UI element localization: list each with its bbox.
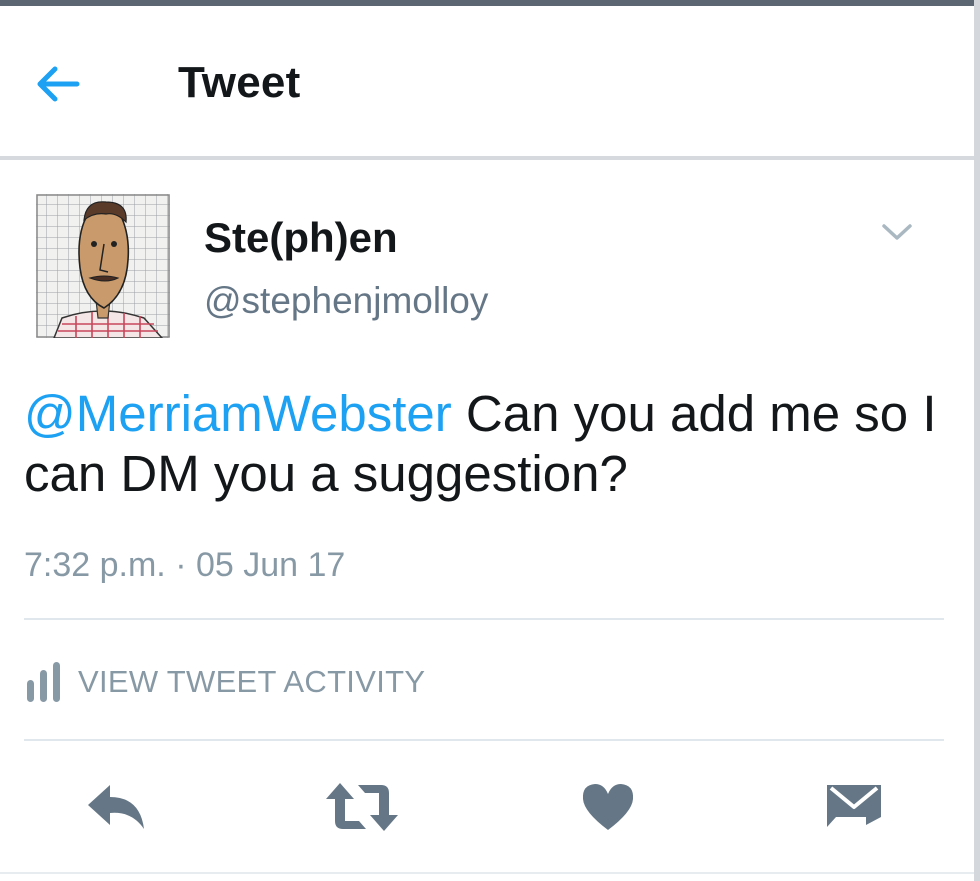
retweet-icon — [326, 783, 398, 831]
back-button[interactable] — [28, 56, 88, 112]
direct-message-button[interactable] — [814, 772, 894, 842]
retweet-button[interactable] — [322, 772, 402, 842]
divider — [24, 618, 944, 620]
view-tweet-activity-link[interactable]: VIEW TWEET ACTIVITY — [24, 652, 425, 712]
bar-chart-icon — [27, 662, 60, 702]
avatar[interactable] — [36, 194, 170, 338]
heart-icon — [582, 784, 634, 830]
tweet-menu-button[interactable] — [872, 212, 922, 252]
like-button[interactable] — [568, 772, 648, 842]
window-right-border — [974, 0, 980, 881]
author-display-name[interactable]: Ste(ph)en — [204, 214, 398, 262]
envelope-icon — [827, 785, 881, 827]
bottom-divider — [0, 872, 974, 874]
view-tweet-activity-label: VIEW TWEET ACTIVITY — [78, 664, 426, 699]
arrow-left-icon — [37, 66, 80, 102]
page-title: Tweet — [178, 58, 301, 107]
mention-link[interactable]: @MerriamWebster — [24, 385, 452, 442]
author-handle[interactable]: @stephenjmolloy — [204, 280, 488, 322]
tweet-text: @MerriamWebster Can you add me so I can … — [24, 384, 944, 504]
reply-icon — [88, 785, 144, 829]
chevron-down-icon — [882, 224, 912, 240]
tweet-timestamp: 7:32 p.m. · 05 Jun 17 — [24, 546, 346, 584]
header-divider — [0, 156, 974, 160]
app-header: Tweet — [0, 6, 974, 158]
reply-button[interactable] — [76, 772, 156, 842]
divider — [24, 739, 944, 741]
